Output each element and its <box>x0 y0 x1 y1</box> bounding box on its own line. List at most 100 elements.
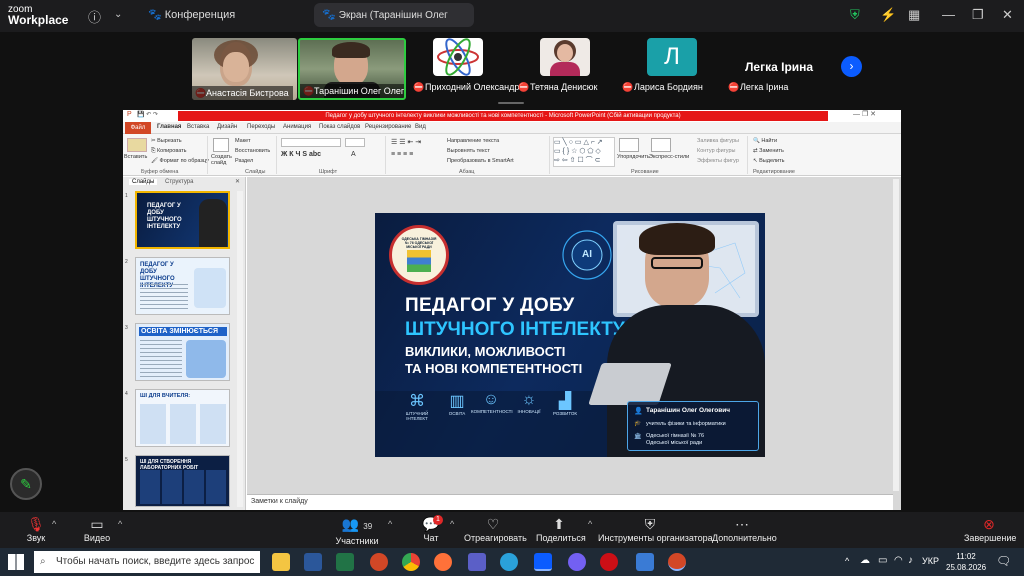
replace-button[interactable]: ⇄ Заменить <box>753 148 784 154</box>
new-slide-button[interactable]: Создать слайд <box>211 154 233 166</box>
tab-outline[interactable]: Структура <box>165 179 193 185</box>
cut-button[interactable]: ✂ Вырезать <box>151 138 182 144</box>
tab-transitions[interactable]: Переходы <box>247 124 275 130</box>
audio-button[interactable]: 🎙 Звук <box>22 515 50 544</box>
align-buttons[interactable]: ≡ ≡ ≡ ≡ <box>391 151 413 158</box>
shape-fill-button[interactable]: Заливка фигуры <box>697 138 739 144</box>
tab-insert[interactable]: Вставка <box>187 124 209 130</box>
list-buttons[interactable]: ☰ ☰ ⇤ ⇥ <box>391 138 421 146</box>
volume-icon[interactable]: ♪ <box>908 555 913 566</box>
paste-icon[interactable] <box>127 138 147 152</box>
avatar-initial[interactable]: Л <box>647 38 697 76</box>
chrome-icon[interactable] <box>402 553 420 571</box>
annotate-button[interactable]: ✎ <box>10 468 42 500</box>
cloud-icon[interactable]: ☁ <box>860 555 870 566</box>
participants-options-caret[interactable]: ^ <box>388 519 392 529</box>
tab-home[interactable]: Главная <box>157 124 181 130</box>
align-text-button[interactable]: Выровнять текст <box>447 148 490 154</box>
arrange-icon[interactable] <box>619 138 639 152</box>
font-color-button[interactable]: A <box>351 151 356 158</box>
taskbar-clock[interactable]: 11:02 25.08.2026 <box>946 551 986 573</box>
grid-view-icon[interactable]: ▦ <box>908 7 920 23</box>
font-style-buttons[interactable]: Ж К Ч S abc <box>281 151 321 158</box>
wifi-icon[interactable]: ◠ <box>894 555 903 566</box>
teams-icon[interactable] <box>468 553 486 571</box>
chevron-up-icon[interactable]: ^ <box>845 556 849 566</box>
shape-outline-button[interactable]: Контур фигуры <box>697 148 735 154</box>
telegram-icon[interactable] <box>500 553 518 571</box>
excel-icon[interactable] <box>336 553 354 571</box>
chat-button[interactable]: 💬 Чат 1 <box>420 515 443 544</box>
thumbnail-slide-1[interactable]: ПЕДАГОГ У ДОБУ ШТУЧНОГО ІНТЕЛЕКТУ <box>135 191 230 249</box>
video-tile-active-speaker[interactable]: ⛔ Таранішин Олег Олегович <box>298 38 406 100</box>
thumbnail-slide-3[interactable]: ОСВІТА ЗМІНЮЄТЬСЯ <box>135 323 230 381</box>
host-tools-button[interactable]: ⛨ Инструменты организатора <box>598 515 713 544</box>
select-button[interactable]: ↖ Выделить <box>753 158 785 164</box>
next-page-button[interactable]: › <box>841 56 862 77</box>
close-panel-icon[interactable]: ✕ <box>235 178 240 185</box>
thumbnail-slide-4[interactable]: ШІ ДЛЯ ВЧИТЕЛЯ: <box>135 389 230 447</box>
opera-icon[interactable] <box>600 553 618 571</box>
word-icon[interactable] <box>304 553 322 571</box>
firefox-icon[interactable] <box>434 553 452 571</box>
section-button[interactable]: Раздел <box>235 158 253 164</box>
layout-button[interactable]: Макет <box>235 138 251 144</box>
copy-button[interactable]: ⎘ Копировать <box>151 148 187 155</box>
participants-button[interactable]: 👥 39 Участники <box>334 515 380 547</box>
quick-styles-icon[interactable] <box>651 138 671 152</box>
avatar-atom[interactable] <box>433 38 483 76</box>
thumbnail-slide-2[interactable]: ПЕДАГОГ У ДОБУ ШТУЧНОГО ІНТЕЛЕКТУ <box>135 257 230 315</box>
minimize-icon[interactable]: — <box>942 7 955 22</box>
network-icon[interactable]: ▭ <box>878 555 887 566</box>
chevron-down-icon[interactable]: ⌄ <box>114 9 122 20</box>
font-size-field[interactable] <box>345 138 365 147</box>
zoom-icon[interactable] <box>534 553 552 571</box>
thumbnails-scrollbar[interactable] <box>237 191 243 507</box>
share-button[interactable]: ⬆ Поделиться <box>536 515 586 544</box>
editor-scrollbar[interactable] <box>893 179 899 491</box>
reset-button[interactable]: Восстановить <box>235 148 270 154</box>
react-button[interactable]: ♡ Отреагировать <box>464 515 527 544</box>
tab-view[interactable]: Вид <box>415 124 426 130</box>
tab-slides[interactable]: Слайды <box>129 179 158 185</box>
format-painter-button[interactable]: 🖌 Формат по образцу <box>151 158 209 164</box>
close-icon[interactable]: ✕ <box>1002 7 1013 23</box>
end-meeting-button[interactable]: ⊗ Завершение <box>964 515 1016 544</box>
magic-wand-icon[interactable]: ⚡ <box>880 7 896 23</box>
more-button[interactable]: ⋯ Дополнительно <box>712 515 777 544</box>
notes-pane[interactable]: Заметки к слайду <box>247 494 893 510</box>
shapes-gallery[interactable]: ▭ ╲ ○ ▭ △ ⌐ ↗ ▭ { } ☆ ⬡ ⬠ ◇ ⇨ ⇦ ⇧ ☐ ⌒ ⊂ <box>553 137 615 167</box>
taskbar-search-input[interactable]: ⌕ Чтобы начать поиск, введите здесь запр… <box>34 551 260 573</box>
avatar-photo[interactable] <box>540 38 590 76</box>
strip-resize-handle[interactable] <box>498 102 524 104</box>
tab-file[interactable]: Файл <box>125 122 151 134</box>
windows-start-icon[interactable] <box>8 554 24 570</box>
quick-styles-button[interactable]: Экспресс-стили <box>649 154 689 160</box>
notifications-icon[interactable]: 🗨 <box>996 554 1011 568</box>
video-tile[interactable]: ⛔ Анастасія Бистрова <box>192 38 297 100</box>
file-explorer-icon[interactable] <box>272 553 290 571</box>
video-button[interactable]: ▭ Видео <box>82 515 112 544</box>
restore-icon[interactable]: ❐ <box>972 7 984 23</box>
video-options-caret[interactable]: ^ <box>118 519 122 529</box>
text-direction-button[interactable]: Направление текста <box>447 138 499 144</box>
audio-options-caret[interactable]: ^ <box>52 519 56 529</box>
tab-shared-screen[interactable]: 🐾 Экран (Таранішин Олег Олегові ⋯ <box>314 3 474 46</box>
chat-options-caret[interactable]: ^ <box>450 519 454 529</box>
new-slide-icon[interactable] <box>213 138 229 152</box>
viber-icon[interactable] <box>568 553 586 571</box>
info-icon[interactable]: ⓘ <box>88 7 101 26</box>
thumbnail-slide-5[interactable]: ШІ ДЛЯ СТВОРЕННЯ ЛАБОРАТОРНИХ РОБІТ <box>135 455 230 507</box>
tab-design[interactable]: Дизайн <box>217 124 237 130</box>
shield-icon[interactable]: ⛨ <box>850 7 860 23</box>
language-indicator[interactable]: УКР <box>922 556 939 566</box>
smartart-button[interactable]: Преобразовать в SmartArt <box>447 158 514 164</box>
tab-conference[interactable]: 🐾 Конференция <box>140 3 243 27</box>
app-icon[interactable] <box>636 553 654 571</box>
font-name-field[interactable] <box>281 138 341 147</box>
tab-slideshow[interactable]: Показ слайдов <box>319 124 360 130</box>
paste-button[interactable]: Вставить <box>124 154 147 160</box>
share-options-caret[interactable]: ^ <box>588 519 592 529</box>
tab-review[interactable]: Рецензирование <box>365 124 411 130</box>
powerpoint-icon[interactable] <box>370 553 388 571</box>
